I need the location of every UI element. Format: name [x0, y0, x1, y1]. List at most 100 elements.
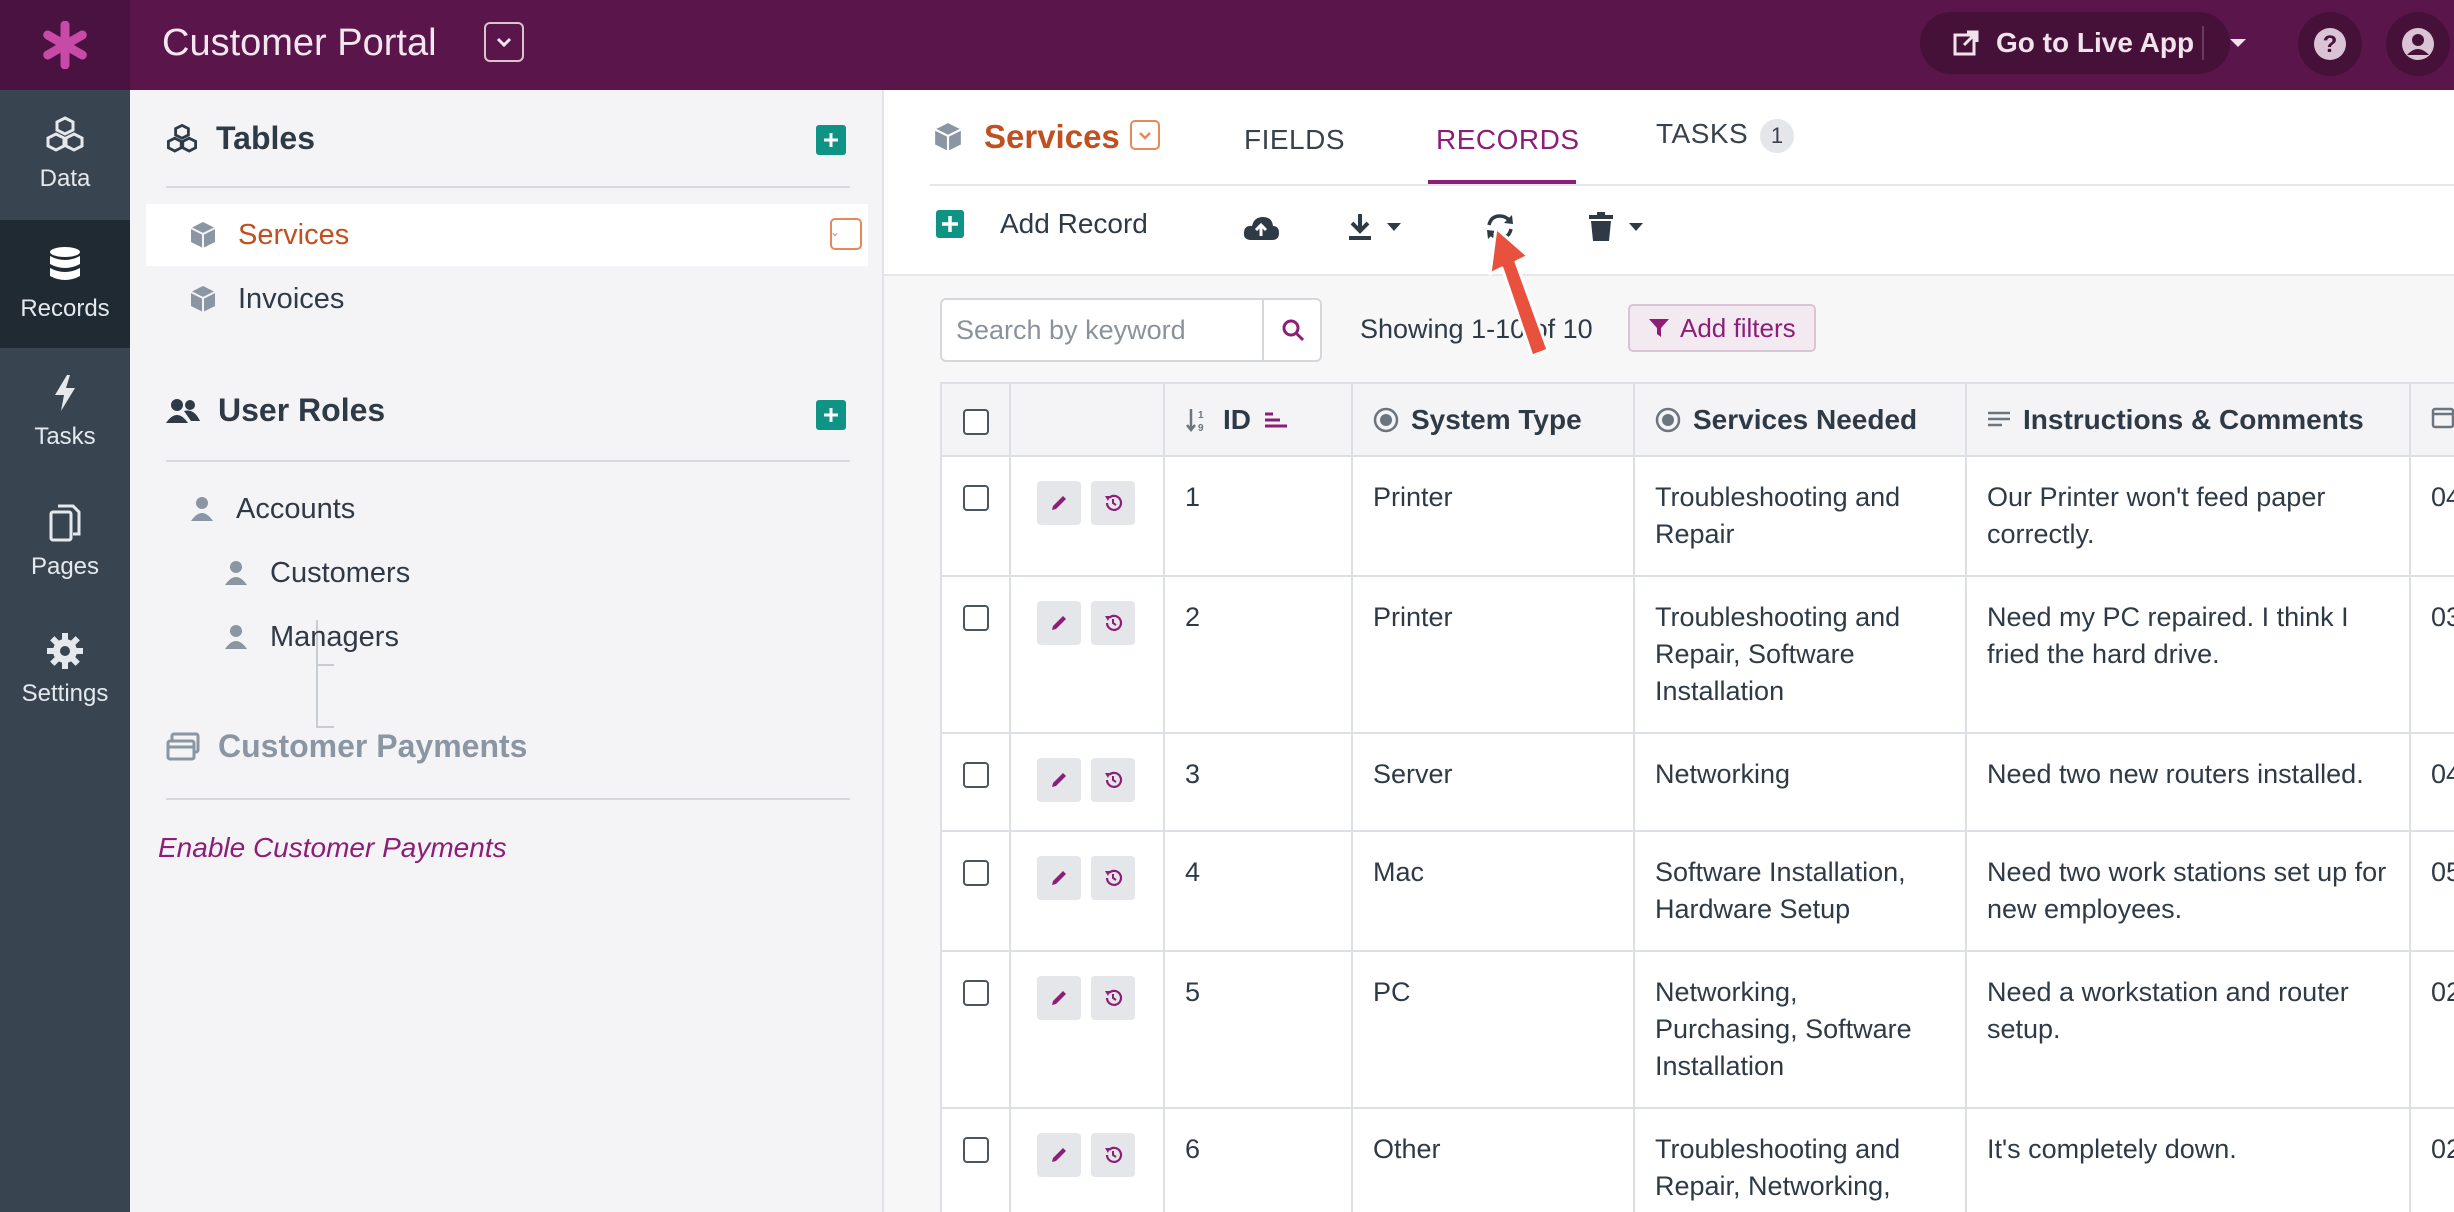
cell-id: 1: [1164, 456, 1353, 577]
nav-tasks[interactable]: Tasks: [0, 348, 130, 476]
table-row[interactable]: 4 Mac Software Installation, Hardware Setu…: [942, 831, 2454, 952]
sidebar-item-label: Invoices: [238, 282, 345, 315]
app-switcher-dropdown[interactable]: [484, 22, 524, 62]
sidebar-item-services[interactable]: Services: [146, 204, 868, 266]
cell-services-needed: Software Installation, Hardware Setup: [1634, 831, 1967, 952]
nav-data[interactable]: Data: [0, 90, 130, 218]
tab-tasks[interactable]: TASKS 1: [1656, 118, 1795, 153]
record-history-button[interactable]: [1091, 601, 1135, 645]
history-icon: [1105, 1146, 1123, 1163]
sidebar-item-label: Services: [238, 218, 350, 251]
select-all-checkbox[interactable]: [962, 408, 989, 435]
help-button[interactable]: ?: [2298, 12, 2362, 76]
sidebar-item-invoices[interactable]: Invoices: [146, 268, 868, 330]
go-to-live-app-button[interactable]: Go to Live App: [1920, 12, 2230, 74]
nav-pages-label: Pages: [30, 553, 100, 580]
row-checkbox[interactable]: [962, 1137, 989, 1163]
divider: [166, 460, 850, 462]
add-record-button[interactable]: Add Record: [936, 208, 1148, 240]
edit-record-button[interactable]: [1037, 1133, 1081, 1177]
add-user-role-button[interactable]: [816, 400, 846, 430]
sidebar-item-customers[interactable]: Customers: [146, 542, 868, 604]
add-filters-button[interactable]: Add filters: [1628, 304, 1816, 352]
question-circle-icon: ?: [2314, 28, 2346, 60]
row-actions-cell: [1010, 1108, 1165, 1212]
row-checkbox[interactable]: [962, 605, 989, 631]
sidebar-item-managers[interactable]: Managers: [146, 606, 868, 668]
row-checkbox[interactable]: [962, 762, 989, 788]
user-circle-icon: [2402, 28, 2434, 60]
row-actions-cell: [1010, 456, 1165, 577]
table-row[interactable]: 3 Server Networking Need two new routers in…: [942, 733, 2454, 832]
row-checkbox[interactable]: [962, 860, 989, 886]
nav-pages[interactable]: Pages: [0, 478, 130, 606]
live-app-options-dropdown[interactable]: [2220, 12, 2256, 74]
delete-dropdown-button[interactable]: [1588, 212, 1644, 242]
cell-system-type: Printer: [1352, 576, 1635, 734]
edit-record-button[interactable]: [1037, 856, 1081, 900]
row-checkbox[interactable]: [962, 980, 989, 1006]
add-table-button[interactable]: [816, 125, 846, 155]
add-filters-label: Add filters: [1680, 312, 1796, 343]
column-header-system-type[interactable]: System Type: [1352, 384, 1635, 457]
filter-icon: [1649, 319, 1669, 337]
object-options-dropdown[interactable]: [1130, 120, 1160, 150]
search-button[interactable]: [1262, 300, 1322, 360]
trash-icon: [1589, 212, 1613, 241]
record-history-button[interactable]: [1091, 481, 1135, 525]
edit-record-button[interactable]: [1037, 481, 1081, 525]
record-history-button[interactable]: [1091, 976, 1135, 1020]
logo[interactable]: [0, 0, 130, 90]
gear-icon: [47, 633, 83, 669]
actions-header: [1010, 384, 1165, 457]
cell-services-needed: Networking: [1634, 733, 1967, 832]
user-roles-heading: User Roles: [166, 392, 385, 429]
row-select-cell: [942, 1108, 1011, 1212]
cell-system-type: PC: [1352, 951, 1635, 1109]
tab-tasks-label: TASKS: [1656, 118, 1749, 149]
cell-id: 6: [1164, 1108, 1353, 1212]
record-history-button[interactable]: [1091, 1133, 1135, 1177]
services-options-dropdown[interactable]: [830, 218, 862, 250]
history-icon: [1105, 771, 1123, 788]
account-button[interactable]: [2386, 12, 2450, 76]
select-all-cell: [942, 384, 1011, 457]
column-header-services-needed[interactable]: Services Needed: [1634, 384, 1967, 457]
column-header-date[interactable]: [2410, 384, 2454, 457]
tab-records[interactable]: RECORDS: [1436, 124, 1580, 156]
edit-record-button[interactable]: [1037, 601, 1081, 645]
table-row[interactable]: 6 Other Troubleshooting and Repair, Networ…: [942, 1108, 2454, 1212]
tab-fields[interactable]: FIELDS: [1244, 124, 1345, 156]
record-history-button[interactable]: [1091, 758, 1135, 802]
import-button[interactable]: [1242, 214, 1280, 242]
edit-record-button[interactable]: [1037, 976, 1081, 1020]
cell-instructions: Need two new routers installed.: [1966, 733, 2411, 832]
search-icon: [1282, 319, 1305, 342]
row-checkbox[interactable]: [962, 485, 989, 511]
divider: [930, 184, 2454, 186]
sidebar-item-accounts[interactable]: Accounts: [146, 478, 868, 540]
table-row[interactable]: 1 Printer Troubleshooting and Repair Our Pr…: [942, 456, 2454, 577]
pencil-icon: [1052, 1148, 1066, 1162]
record-history-button[interactable]: [1091, 856, 1135, 900]
search-input[interactable]: [956, 310, 1256, 350]
column-header-instructions[interactable]: Instructions & Comments: [1966, 384, 2411, 457]
svg-text:?: ?: [2323, 31, 2338, 58]
table-row[interactable]: 5 PC Networking, Purchasing, Software Inst…: [942, 951, 2454, 1109]
history-icon: [1105, 869, 1123, 886]
nav-settings-label: Settings: [21, 680, 109, 707]
chevron-down-icon: [1139, 131, 1151, 140]
sidebar-item-label: Accounts: [236, 492, 356, 525]
tables-heading: Tables: [166, 120, 315, 157]
cell-services-needed: Troubleshooting and Repair, Software Ins…: [1634, 576, 1967, 734]
table-header-row: 1 9 ID System Type Services Needed Instr…: [942, 384, 2454, 457]
table-row[interactable]: 2 Printer Troubleshooting and Repair, Soft…: [942, 576, 2454, 734]
enable-customer-payments-link[interactable]: Enable Customer Payments: [158, 832, 507, 864]
nav-settings[interactable]: Settings: [0, 606, 130, 734]
nav-records[interactable]: Records: [0, 220, 130, 348]
caret-down-icon: [1387, 223, 1401, 231]
column-header-id[interactable]: 1 9 ID: [1164, 384, 1353, 457]
download-dropdown-button[interactable]: [1346, 212, 1402, 242]
edit-record-button[interactable]: [1037, 758, 1081, 802]
history-icon: [1105, 494, 1123, 511]
